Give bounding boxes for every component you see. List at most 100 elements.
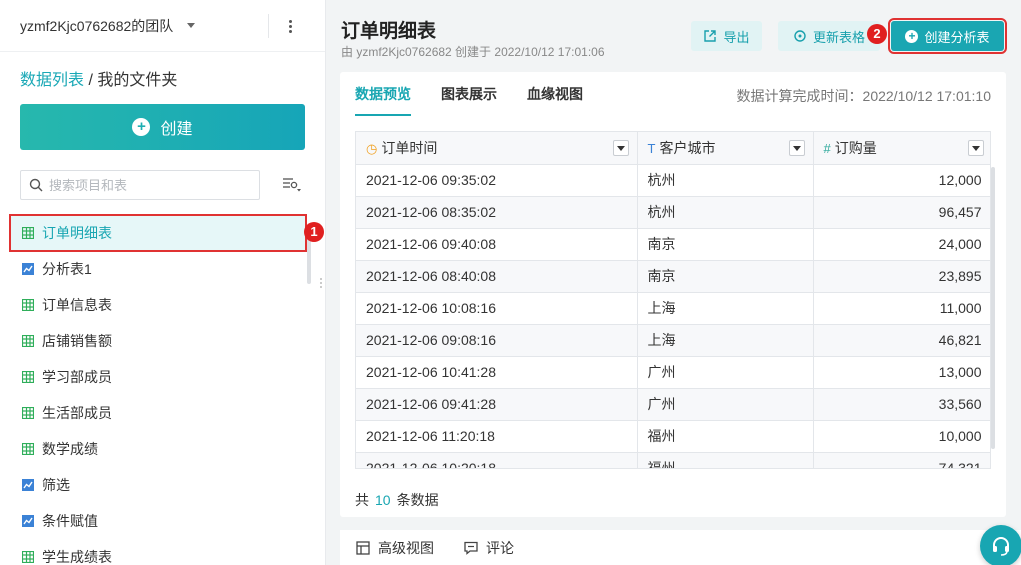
table-row: 2021-12-06 09:40:08 南京 24,000 [356, 228, 990, 261]
cell-order-time: 2021-12-06 11:20:18 [356, 420, 638, 453]
table-row: 2021-12-06 09:41:28 广州 33,560 [356, 388, 990, 421]
cell-customer-city: 福州 [637, 452, 814, 468]
row-count-suffix: 条数据 [396, 492, 439, 508]
search-box[interactable] [20, 170, 260, 200]
step-badge-1: 1 [304, 222, 324, 242]
clock-icon: ◷ [366, 140, 378, 156]
table-row: 2021-12-06 08:40:08 南京 23,895 [356, 260, 990, 293]
tree-item-analysis-1[interactable]: 分析表1 [10, 251, 306, 287]
advanced-view-icon [356, 540, 370, 555]
table-icon [22, 407, 34, 419]
table-icon [22, 443, 34, 455]
cell-order-time: 2021-12-06 09:08:16 [356, 324, 638, 357]
comment-icon [464, 541, 478, 555]
table-row: 2021-12-06 10:08:16 上海 11,000 [356, 292, 990, 325]
filter-settings-icon[interactable] [282, 176, 302, 192]
breadcrumb-current: 我的文件夹 [97, 72, 178, 89]
table-header-row: ◷ 订单时间 T 客户城市 # 订购量 [356, 132, 990, 165]
tree-item-label: 条件赋值 [42, 513, 98, 529]
team-switcher[interactable]: yzmf2Kjc0762682的团队 [0, 0, 325, 52]
bottom-bar: 高级视图 评论 [340, 530, 1021, 565]
create-button[interactable]: + 创建 [20, 104, 305, 150]
tree-item-conditional-assign[interactable]: 条件赋值 [10, 503, 306, 539]
export-button[interactable]: 导出 [691, 21, 762, 51]
tab-lineage-view[interactable]: 血缘视图 [527, 72, 583, 116]
column-dropdown-button[interactable] [967, 140, 984, 156]
create-button-label: 创建 [160, 121, 193, 138]
row-count-number: 10 [375, 492, 391, 508]
tree-item-study-members[interactable]: 学习部成员 [10, 359, 306, 395]
row-count: 共 10 条数据 [355, 490, 439, 510]
tree-item-label: 订单明细表 [42, 225, 112, 241]
divider [268, 14, 269, 38]
tree-item-label: 学习部成员 [42, 369, 112, 385]
sidebar: yzmf2Kjc0762682的团队 数据列表 / 我的文件夹 + 创建 订单明… [0, 0, 326, 565]
cell-order-qty: 33,560 [813, 388, 990, 421]
tree-item-store-sales[interactable]: 店铺销售额 [10, 323, 306, 359]
analysis-icon [22, 479, 34, 491]
create-analysis-button-label: 创建分析表 [924, 29, 990, 45]
refresh-table-button-label: 更新表格 [812, 29, 865, 45]
column-header-order-time: ◷ 订单时间 [356, 132, 638, 165]
table-row: 2021-12-06 08:35:02 杭州 96,457 [356, 196, 990, 229]
table-row: 2021-12-06 09:35:02 杭州 12,000 [356, 164, 990, 197]
comment-label: 评论 [486, 539, 514, 556]
cell-order-time: 2021-12-06 10:08:16 [356, 292, 638, 325]
data-card: 数据预览 图表展示 血缘视图 数据计算完成时间：2022/10/12 17:01… [340, 72, 1006, 517]
headset-icon [993, 537, 1009, 556]
tree-item-order-detail[interactable]: 订单明细表 [9, 214, 307, 252]
cell-order-qty: 13,000 [813, 356, 990, 389]
cell-customer-city: 上海 [637, 292, 814, 325]
view-tabs: 数据预览 图表展示 血缘视图 [355, 72, 583, 116]
cell-order-time: 2021-12-06 10:20:18 [356, 452, 638, 468]
tree-item-label: 筛选 [42, 477, 70, 493]
column-header-order-qty: # 订购量 [813, 132, 990, 165]
tab-data-preview[interactable]: 数据预览 [355, 72, 411, 116]
create-analysis-button[interactable]: + 创建分析表 [888, 18, 1007, 54]
cell-order-time: 2021-12-06 09:40:08 [356, 228, 638, 261]
cell-order-time: 2021-12-06 10:41:28 [356, 356, 638, 389]
page-title: 订单明细表 [341, 21, 437, 42]
tab-chart-display[interactable]: 图表展示 [441, 72, 497, 116]
tree-item-label: 订单信息表 [42, 297, 112, 313]
tree-item-life-members[interactable]: 生活部成员 [10, 395, 306, 431]
comment-button[interactable]: 评论 [464, 538, 514, 558]
tree-item-math-scores[interactable]: 数学成绩 [10, 431, 306, 467]
table-icon [22, 299, 34, 311]
tree-item-label: 店铺销售额 [42, 333, 112, 349]
calc-complete-time: 数据计算完成时间：2022/10/12 17:01:10 [736, 88, 991, 104]
tree-item-label: 学生成绩表 [42, 549, 112, 565]
breadcrumb-data-list[interactable]: 数据列表 [20, 72, 84, 89]
column-dropdown-button[interactable] [788, 140, 805, 156]
table-row: 2021-12-06 10:41:28 广州 13,000 [356, 356, 990, 389]
tree-item-student-scores[interactable]: 学生成绩表 [10, 539, 306, 565]
cell-customer-city: 南京 [637, 260, 814, 293]
cell-order-time: 2021-12-06 09:41:28 [356, 388, 638, 421]
search-input[interactable] [49, 177, 239, 193]
column-header-label: 订购量 [834, 139, 877, 156]
cell-customer-city: 广州 [637, 388, 814, 421]
customer-service-button[interactable] [980, 525, 1021, 565]
tree-item-filter[interactable]: 筛选 [10, 467, 306, 503]
export-button-label: 导出 [723, 29, 750, 45]
table-row: 2021-12-06 10:20:18 福州 74,321 [356, 452, 990, 468]
more-vertical-icon[interactable] [280, 16, 300, 36]
cell-customer-city: 广州 [637, 356, 814, 389]
tree-item-order-info[interactable]: 订单信息表 [10, 287, 306, 323]
advanced-view-button[interactable]: 高级视图 [356, 538, 434, 558]
cell-order-qty: 11,000 [813, 292, 990, 325]
cell-customer-city: 上海 [637, 324, 814, 357]
advanced-view-label: 高级视图 [378, 539, 434, 556]
export-icon [704, 30, 717, 42]
resize-handle-icon[interactable] [320, 278, 322, 288]
cell-order-qty: 24,000 [813, 228, 990, 261]
number-type-icon: # [823, 140, 831, 156]
cell-order-qty: 12,000 [813, 164, 990, 197]
table-icon [22, 551, 34, 563]
column-dropdown-button[interactable] [612, 140, 629, 156]
table-scrollbar[interactable] [991, 167, 995, 449]
chevron-down-icon [187, 23, 196, 28]
refresh-table-button[interactable]: 更新表格 [778, 21, 880, 51]
plus-circle-icon: + [905, 29, 919, 43]
cell-customer-city: 杭州 [637, 196, 814, 229]
